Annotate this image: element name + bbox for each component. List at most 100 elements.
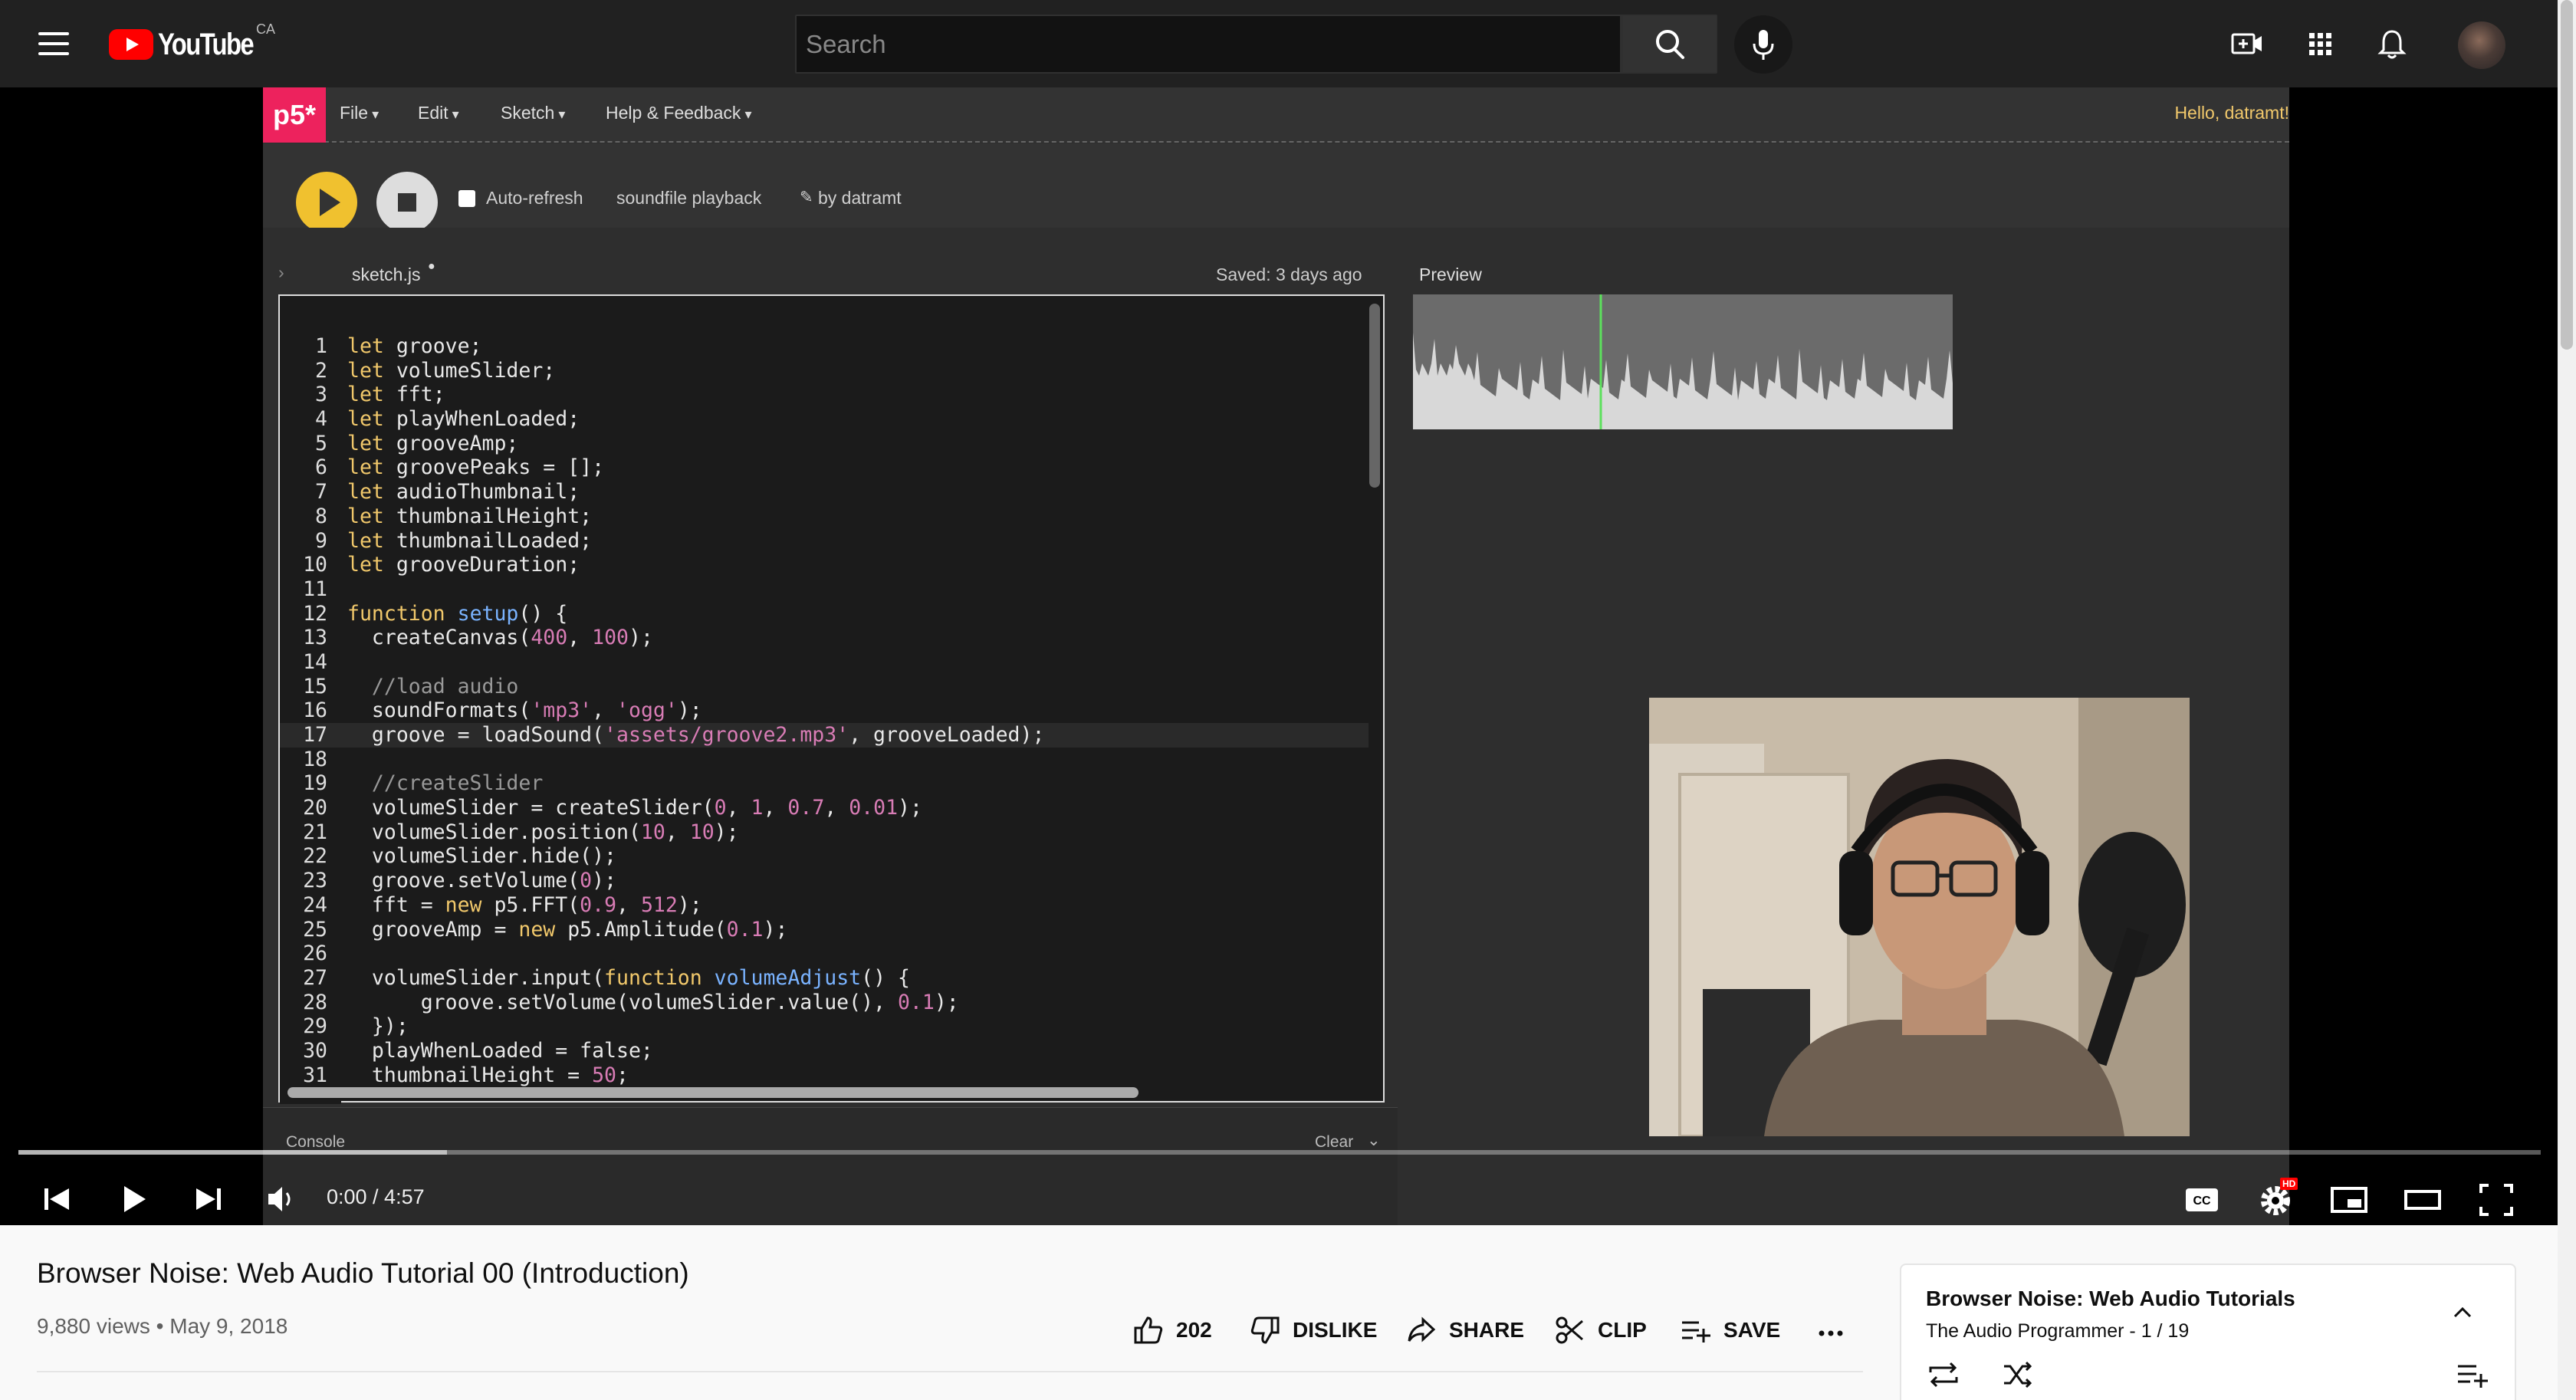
fullscreen-icon xyxy=(2479,1184,2513,1216)
code-line: 2 let volumeSlider; xyxy=(280,359,1368,383)
p5-greeting: Hello, datramt! xyxy=(2174,103,2289,123)
code-line: 20 volumeSlider = createSlider(0, 1, 0.7… xyxy=(280,796,1368,820)
playlist-position: 1 / 19 xyxy=(2141,1320,2190,1342)
p5-console-chevron-down-icon: ⌄ xyxy=(1367,1132,1381,1149)
code-line: 12 function setup() { xyxy=(280,602,1368,626)
clip-button[interactable]: CLIP xyxy=(1553,1311,1647,1349)
captions-button[interactable]: CC xyxy=(2176,1173,2228,1225)
code-text: let volumeSlider; xyxy=(347,358,556,383)
video-title: Browser Noise: Web Audio Tutorial 00 (In… xyxy=(37,1257,689,1289)
shuffle-icon xyxy=(2004,1361,2032,1388)
save-label: SAVE xyxy=(1723,1318,1781,1342)
line-number: 1 xyxy=(315,334,327,358)
code-line: 6 let groovePeaks = []; xyxy=(280,455,1368,480)
search-box[interactable] xyxy=(795,15,1622,74)
voice-search-button[interactable] xyxy=(1734,15,1792,74)
code-line: 14 xyxy=(280,650,1368,675)
line-number: 25 xyxy=(303,917,327,942)
play-button[interactable] xyxy=(107,1173,159,1225)
share-button[interactable]: SHARE xyxy=(1405,1311,1524,1349)
p5-preview-label: Preview xyxy=(1419,265,1482,284)
theater-mode-button[interactable] xyxy=(2397,1173,2449,1225)
like-count: 202 xyxy=(1176,1318,1212,1342)
previous-button[interactable] xyxy=(31,1173,83,1225)
search-button[interactable] xyxy=(1622,15,1717,74)
publish-date: May 9, 2018 xyxy=(169,1314,288,1338)
code-line: 13 createCanvas(400, 100); xyxy=(280,626,1368,650)
code-text: volumeSlider.hide(); xyxy=(347,844,616,869)
code-line: 16 soundFormats('mp3', 'ogg'); xyxy=(280,698,1368,723)
code-line: 4 let playWhenLoaded; xyxy=(280,407,1368,432)
code-line: 3 let fft; xyxy=(280,383,1368,407)
playlist-save-button[interactable] xyxy=(2453,1356,2492,1394)
code-line: 29 }); xyxy=(280,1014,1368,1039)
p5-clear-button: Clear xyxy=(1315,1133,1354,1151)
line-number: 30 xyxy=(303,1038,327,1063)
shuffle-playlist-button[interactable] xyxy=(1998,1356,2036,1394)
editor-vertical-scrollbar xyxy=(1369,304,1380,488)
p5-sketch-name: soundfile playback xyxy=(616,188,762,208)
line-number: 2 xyxy=(315,358,327,383)
create-video-icon[interactable] xyxy=(2223,21,2269,67)
code-line: 15 //load audio xyxy=(280,675,1368,699)
captions-icon: CC xyxy=(2186,1188,2218,1211)
code-line: 10 let grooveDuration; xyxy=(280,553,1368,577)
p5-file-name: sketch.js xyxy=(352,265,421,284)
playlist-panel: Browser Noise: Web Audio Tutorials The A… xyxy=(1900,1264,2516,1400)
more-actions-button[interactable] xyxy=(1814,1311,1848,1349)
line-number: 27 xyxy=(303,965,327,990)
line-number: 17 xyxy=(303,723,327,747)
audio-waveform-preview xyxy=(1413,294,1953,429)
playlist-separator: - xyxy=(2129,1320,2141,1342)
line-number: 8 xyxy=(315,504,327,528)
code-text: function setup() { xyxy=(347,601,568,626)
loop-playlist-button[interactable] xyxy=(1924,1356,1963,1394)
p5-console-bar: Console Clear ⌄ xyxy=(263,1107,1398,1225)
code-text: let thumbnailLoaded; xyxy=(347,528,593,553)
page-scrollbar-thumb[interactable] xyxy=(2561,0,2573,350)
code-text: //load audio xyxy=(371,674,519,698)
code-text: groove = loadSound('assets/groove2.mp3',… xyxy=(347,723,1045,747)
fullscreen-button[interactable] xyxy=(2470,1173,2522,1225)
chevron-up-icon xyxy=(2453,1306,2472,1318)
progress-bar[interactable] xyxy=(18,1150,2541,1155)
svg-text:CC: CC xyxy=(2193,1195,2211,1208)
menu-icon[interactable] xyxy=(38,31,72,57)
avatar[interactable] xyxy=(2458,21,2505,69)
code-text: let thumbnailHeight; xyxy=(347,504,593,528)
dislike-button[interactable]: DISLIKE xyxy=(1248,1311,1377,1349)
time-display: 0:00 / 4:57 xyxy=(327,1185,425,1208)
view-count: 9,880 views xyxy=(37,1314,150,1338)
settings-button[interactable]: HD xyxy=(2249,1173,2302,1225)
code-line: 26 xyxy=(280,942,1368,966)
code-line: 31 thumbnailHeight = 50; xyxy=(280,1063,1368,1088)
save-button[interactable]: SAVE xyxy=(1679,1311,1780,1349)
p5-sketch-author: by datramt xyxy=(818,188,902,208)
miniplayer-button[interactable] xyxy=(2323,1173,2375,1225)
code-text: volumeSlider.position(10, 10); xyxy=(347,820,739,844)
apps-icon[interactable] xyxy=(2297,21,2343,67)
next-button[interactable] xyxy=(182,1173,235,1225)
volume-button[interactable] xyxy=(258,1173,310,1225)
loop-icon xyxy=(1929,1362,1958,1388)
p5-stop-icon xyxy=(376,172,438,233)
code-line: 25 grooveAmp = new p5.Amplitude(0.1); xyxy=(280,918,1368,942)
code-line: 5 let grooveAmp; xyxy=(280,432,1368,456)
collapse-playlist-button[interactable] xyxy=(2446,1296,2479,1329)
video-player[interactable]: p5* File Edit Sketch Help & Feedback Hel… xyxy=(0,87,2558,1225)
code-text: volumeSlider = createSlider(0, 1, 0.7, 0… xyxy=(347,796,922,820)
search-input[interactable] xyxy=(806,16,1603,72)
hd-badge: HD xyxy=(2280,1178,2298,1190)
meta-separator: • xyxy=(156,1314,170,1338)
code-text: groove.setVolume(0); xyxy=(347,869,617,893)
code-line: 30 playWhenLoaded = false; xyxy=(280,1039,1368,1063)
p5-navbar: p5* File Edit Sketch Help & Feedback Hel… xyxy=(263,87,2289,143)
playlist-title[interactable]: Browser Noise: Web Audio Tutorials xyxy=(1926,1287,2295,1311)
playlist-channel[interactable]: The Audio Programmer xyxy=(1926,1320,2124,1342)
p5-auto-refresh-label: Auto-refresh xyxy=(486,188,583,208)
code-line: 17 groove = loadSound('assets/groove2.mp… xyxy=(280,723,1368,748)
notifications-icon[interactable] xyxy=(2369,21,2415,67)
like-button[interactable]: 202 xyxy=(1132,1311,1212,1349)
page-root: YouTube CA Search p5* File ▾ Edit ▾ Sket… xyxy=(0,0,2576,1400)
line-number: 14 xyxy=(303,649,327,674)
